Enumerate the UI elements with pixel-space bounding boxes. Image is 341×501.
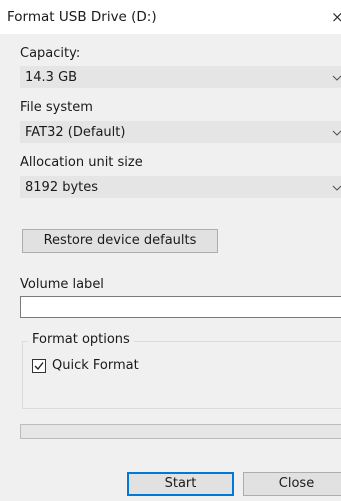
window-title: Format USB Drive (D:) xyxy=(7,9,157,25)
chevron-down-icon xyxy=(332,122,341,147)
chevron-down-icon xyxy=(332,177,341,202)
quick-format-label: Quick Format xyxy=(52,358,139,373)
file-system-dropdown[interactable]: FAT32 (Default) xyxy=(20,121,341,143)
volume-label-label: Volume label xyxy=(20,277,104,292)
close-button[interactable]: Close xyxy=(243,472,341,496)
checkmark-icon xyxy=(34,362,44,371)
capacity-dropdown[interactable]: 14.3 GB xyxy=(20,66,341,88)
capacity-label: Capacity: xyxy=(20,46,81,61)
allocation-size-label: Allocation unit size xyxy=(20,155,143,170)
capacity-value: 14.3 GB xyxy=(25,70,78,85)
file-system-value: FAT32 (Default) xyxy=(25,125,126,140)
close-icon[interactable]: × xyxy=(331,8,341,26)
allocation-size-dropdown[interactable]: 8192 bytes xyxy=(20,176,341,198)
restore-defaults-button[interactable]: Restore device defaults xyxy=(22,229,218,253)
format-progress-bar xyxy=(20,424,341,439)
chevron-down-icon xyxy=(332,67,341,92)
format-options-group xyxy=(22,341,341,409)
file-system-label: File system xyxy=(20,100,93,115)
quick-format-checkbox[interactable] xyxy=(32,359,46,373)
format-options-title: Format options xyxy=(28,332,134,347)
start-button[interactable]: Start xyxy=(127,472,234,496)
volume-label-input[interactable] xyxy=(20,296,341,318)
title-bar: Format USB Drive (D:) × xyxy=(0,0,341,34)
allocation-size-value: 8192 bytes xyxy=(25,180,99,195)
